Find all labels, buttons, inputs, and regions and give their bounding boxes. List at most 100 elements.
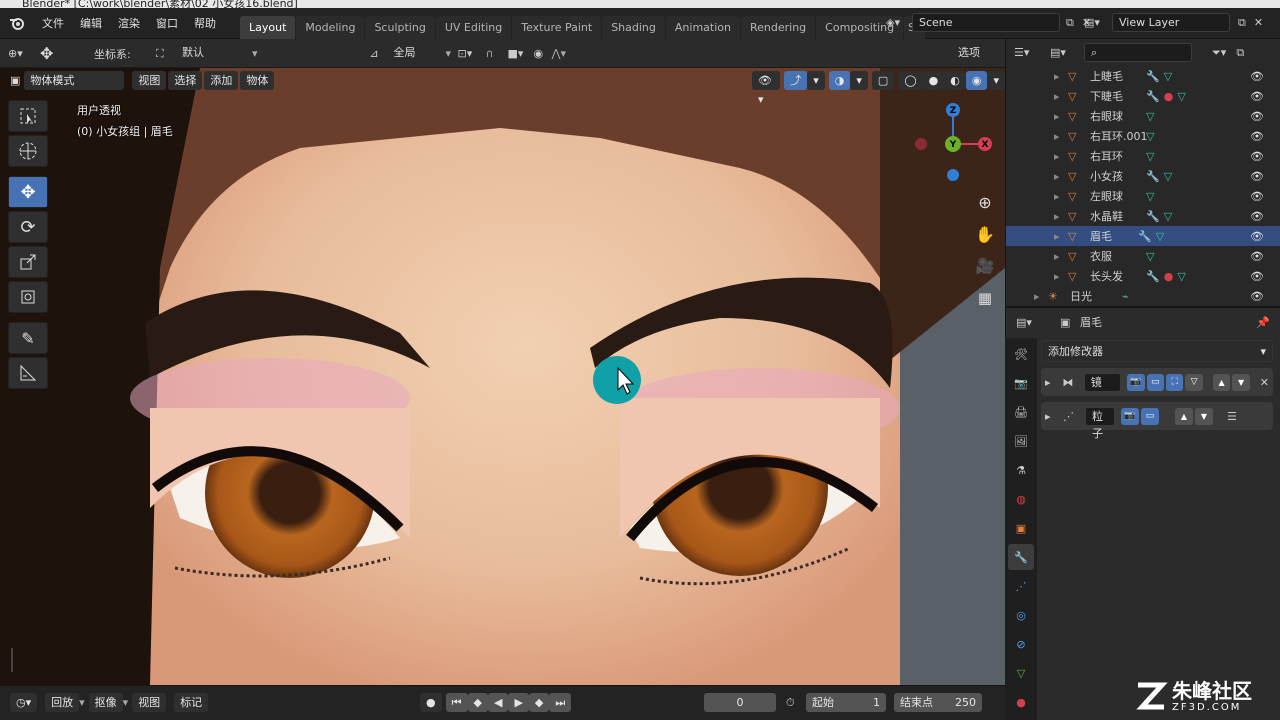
delete-view-layer-icon[interactable]: ✕ <box>1254 16 1263 29</box>
tab-modeling[interactable]: Modeling <box>296 15 365 39</box>
expand-arrow-icon[interactable]: ▸ <box>1054 270 1060 283</box>
play-reverse-icon[interactable]: ◀ <box>487 693 509 712</box>
cursor-tool-icon[interactable] <box>8 135 48 167</box>
overlay-icon[interactable]: ◑ <box>828 71 851 90</box>
prev-keyframe-icon[interactable]: ◆ <box>467 693 488 712</box>
material-shading-icon[interactable]: ◐ <box>944 71 966 90</box>
expand-arrow-icon[interactable]: ▸ <box>1054 230 1060 243</box>
move-up-icon[interactable]: ▲ <box>1212 373 1231 391</box>
eye-icon[interactable]: 👁 <box>1250 150 1264 163</box>
expand-arrow-icon[interactable]: ▸ <box>1054 210 1060 223</box>
mesh-icon[interactable]: ▽ <box>1146 110 1154 123</box>
end-frame-field[interactable]: 结束点 250 <box>894 693 982 712</box>
gizmo-dropdown-icon[interactable]: ▾ <box>807 71 825 90</box>
rotate-tool-icon[interactable]: ⟳ <box>8 211 48 243</box>
outliner-item-name[interactable]: 右耳环.001 <box>1090 128 1148 144</box>
data-tab-icon[interactable]: ▽ <box>1008 660 1034 686</box>
object-tab-icon[interactable]: ▣ <box>1008 515 1034 541</box>
scale-tool-icon[interactable] <box>8 246 48 278</box>
menu-window[interactable]: 窗口 <box>148 8 186 39</box>
move-up-icon[interactable]: ▲ <box>1175 407 1193 425</box>
solid-shading-icon[interactable]: ● <box>922 71 945 90</box>
expand-arrow-icon[interactable]: ▸ <box>1054 110 1060 123</box>
gizmo-icon[interactable]: ⤴ <box>784 71 808 90</box>
pivot-icon[interactable]: ⛶ <box>156 47 176 61</box>
physics-tab-icon[interactable]: ◎ <box>1008 602 1034 628</box>
tab-rendering[interactable]: Rendering <box>740 15 816 39</box>
expand-arrow-icon[interactable]: ▸ <box>1054 70 1060 83</box>
jump-start-icon[interactable]: ⏮ <box>445 693 468 712</box>
cage-icon[interactable]: ▽ <box>1185 373 1203 391</box>
eye-icon[interactable]: 👁 <box>1250 210 1264 223</box>
outliner-item-name[interactable]: 左眼球 <box>1090 188 1123 204</box>
pin-icon[interactable]: 📌 <box>1256 316 1270 329</box>
eye-icon[interactable]: 👁 <box>1250 270 1264 283</box>
mode-dropdown[interactable]: 物体模式 <box>24 71 125 90</box>
tab-uv-editing[interactable]: UV Editing <box>435 15 512 39</box>
eye-icon[interactable]: 👁 <box>1250 90 1264 103</box>
editmode-icon[interactable]: ⛶ <box>1165 373 1184 391</box>
menu-object[interactable]: 物体 <box>240 71 275 90</box>
tab-shading[interactable]: Shading <box>602 15 665 39</box>
material-tab-icon[interactable]: ● <box>1008 689 1034 715</box>
menu-add[interactable]: 添加 <box>204 71 239 90</box>
render-toggle-icon[interactable]: ▭ <box>1146 373 1164 391</box>
xray-icon[interactable]: ▢ <box>871 71 895 90</box>
start-frame-field[interactable]: 起始 1 <box>806 693 886 712</box>
transform-tool-icon[interactable] <box>8 281 48 313</box>
scene-icon[interactable]: ◈▾ <box>886 16 912 29</box>
expand-arrow-icon[interactable]: ▸ <box>1054 90 1060 103</box>
outliner-item[interactable]: ▸ ▽ 右眼球 👁 ▽ <box>1006 106 1280 126</box>
eye-icon[interactable]: 👁 <box>1250 250 1264 263</box>
tab-texture-paint[interactable]: Texture Paint <box>512 15 602 39</box>
proportional-edit-icon[interactable]: ◉ <box>534 47 552 60</box>
expand-arrow-icon[interactable]: ▸ <box>1054 170 1060 183</box>
visibility-icon[interactable]: 👁▾ <box>752 71 781 106</box>
mesh-icon[interactable]: ▽ <box>1146 250 1154 263</box>
transform-orientation-dropdown[interactable]: 全局 <box>387 44 446 63</box>
tool-tab-icon[interactable]: 🛠 <box>1008 341 1034 367</box>
move-tool-icon[interactable]: ✥ <box>8 176 48 208</box>
mesh-icon[interactable]: ▽ <box>1177 270 1185 283</box>
view-layer-tab-icon[interactable]: 🖼 <box>1008 428 1034 454</box>
close-icon[interactable]: ✕ <box>1260 376 1269 389</box>
move-tool-icon[interactable]: ✥ <box>40 44 70 63</box>
wrench-icon[interactable]: 🔧 <box>1146 90 1160 103</box>
particles-tab-icon[interactable]: ⋰ <box>1008 573 1034 599</box>
outliner-item-light[interactable]: ▸ ☀ 日光 ⌁ 👁 <box>1006 286 1280 306</box>
expand-arrow-icon[interactable]: ▸ <box>1045 410 1063 423</box>
timeline-view-menu[interactable]: 视图 <box>132 693 167 712</box>
wrench-icon[interactable]: 🔧 <box>1146 270 1160 283</box>
scene-tab-icon[interactable]: ⚗ <box>1008 457 1034 483</box>
modifier-menu-icon[interactable]: ☰ <box>1227 410 1237 423</box>
tab-animation[interactable]: Animation <box>665 15 740 39</box>
add-modifier-dropdown[interactable]: 添加修改器 ▾ <box>1041 340 1273 362</box>
modifier-name-field[interactable]: 镜 <box>1083 372 1122 392</box>
navigation-gizmo[interactable]: Z X Y <box>910 98 1000 188</box>
keying-menu[interactable]: 抠像 <box>88 693 123 712</box>
outliner-item-name[interactable]: 水晶鞋 <box>1090 208 1123 224</box>
modifier-name-field[interactable]: 粒子 <box>1085 406 1115 440</box>
menu-view[interactable]: 视图 <box>132 71 167 90</box>
modifier-tab-icon[interactable]: 🔧 <box>1008 544 1034 570</box>
expand-arrow-icon[interactable]: ▸ <box>1054 250 1060 263</box>
play-icon[interactable]: ▶ <box>508 693 529 712</box>
menu-help[interactable]: 帮助 <box>186 8 224 39</box>
mesh-icon[interactable]: ▽ <box>1164 210 1172 223</box>
eye-icon[interactable]: 👁 <box>1250 190 1264 203</box>
eye-icon[interactable]: 👁 <box>1250 130 1264 143</box>
outliner-item-name[interactable]: 右眼球 <box>1090 108 1123 124</box>
mesh-icon[interactable]: ▽ <box>1146 150 1154 163</box>
current-frame-field[interactable]: 0 <box>704 693 776 712</box>
ortho-grid-icon[interactable]: ▦ <box>971 284 999 312</box>
view-layer-field[interactable]: View Layer <box>1112 13 1230 32</box>
outliner-item[interactable]: ▸ ▽ 长头发 👁 🔧 ● ▽ <box>1006 266 1280 286</box>
marker-menu[interactable]: 标记 <box>174 693 209 712</box>
rendered-shading-icon[interactable]: ◉ <box>965 71 988 90</box>
eye-icon[interactable]: 👁 <box>1250 230 1264 243</box>
view-layer-icon[interactable]: ▤▾ <box>1084 16 1112 29</box>
tab-layout[interactable]: Layout <box>240 15 296 39</box>
measure-tool-icon[interactable] <box>8 357 48 389</box>
properties-editor-type-icon[interactable]: ▤▾ <box>1016 316 1052 329</box>
eye-icon[interactable]: 👁 <box>1250 290 1264 303</box>
